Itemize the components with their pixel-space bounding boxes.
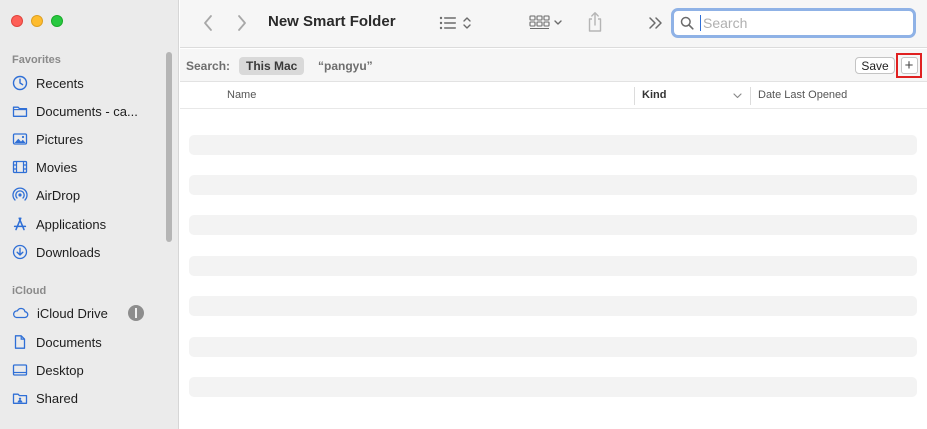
column-kind[interactable]: Kind — [642, 89, 666, 101]
sidebar-item-label: Recents — [36, 75, 84, 91]
sidebar-item-label: Documents — [36, 334, 102, 350]
minimize-window-button[interactable] — [31, 15, 43, 27]
column-divider[interactable] — [634, 87, 635, 105]
add-criteria-button[interactable]: + — [900, 57, 918, 74]
chevron-right-icon — [238, 15, 246, 31]
back-button[interactable] — [198, 12, 218, 34]
sidebar-item-label: AirDrop — [36, 187, 81, 203]
toolbar: New Smart Folder — [180, 0, 927, 48]
photo-icon — [12, 133, 28, 145]
sidebar-item-label: Shared — [36, 390, 78, 406]
list-item — [189, 215, 917, 235]
sidebar-item-label: Desktop — [36, 362, 84, 378]
sidebar-item-downloads[interactable]: Downloads — [12, 239, 162, 265]
double-chevron-right-icon — [649, 17, 662, 29]
sidebar-item-label: Downloads — [36, 244, 101, 260]
list-item — [189, 337, 917, 357]
sidebar-item-label: Pictures — [36, 131, 83, 147]
sidebar-item-recents[interactable]: Recents — [12, 70, 162, 96]
close-window-button[interactable] — [11, 15, 23, 27]
sidebar-item-icloud-documents[interactable]: Documents — [12, 329, 162, 355]
sidebar-item-desktop[interactable]: Desktop — [12, 357, 162, 383]
column-date-last-opened[interactable]: Date Last Opened — [758, 89, 847, 101]
sidebar-scrollbar[interactable] — [166, 52, 172, 242]
sidebar-item-label: Movies — [36, 159, 78, 175]
save-button[interactable]: Save — [855, 57, 895, 74]
grid-group-icon — [529, 15, 562, 30]
search-scope-label: Search: — [186, 59, 231, 73]
column-divider[interactable] — [750, 87, 751, 105]
sidebar-item-label: Documents - ca... — [36, 103, 138, 119]
search-icon — [680, 16, 694, 30]
view-options-button[interactable] — [438, 13, 476, 33]
airdrop-icon — [12, 187, 28, 201]
list-view-icon — [439, 16, 471, 30]
sidebar: Favorites Recents Documents - ca... Pict… — [0, 0, 179, 429]
list-item — [189, 377, 917, 397]
zoom-window-button[interactable] — [51, 15, 63, 27]
scope-query-button[interactable]: “pangyu” — [318, 59, 373, 73]
sidebar-item-applications[interactable]: Applications — [12, 211, 162, 237]
desktop-icon — [12, 364, 28, 376]
window-title: New Smart Folder — [268, 13, 396, 30]
film-icon — [12, 160, 28, 174]
document-icon — [14, 335, 26, 349]
cloud-icon — [12, 307, 29, 319]
search-input[interactable] — [700, 15, 900, 31]
window-controls — [11, 15, 63, 27]
column-header: Name Kind Date Last Opened — [180, 83, 927, 109]
chevron-left-icon — [204, 15, 212, 31]
search-scope-bar: Search: This Mac “pangyu” Save + — [180, 49, 927, 82]
scope-this-mac-button[interactable]: This Mac — [239, 57, 305, 75]
add-criteria-highlight: + — [896, 53, 922, 78]
column-name[interactable]: Name — [227, 89, 256, 101]
forward-button[interactable] — [232, 12, 252, 34]
shared-folder-icon — [12, 393, 28, 404]
share-button[interactable] — [585, 10, 605, 34]
sidebar-section-favorites: Favorites — [12, 54, 61, 66]
sidebar-item-airdrop[interactable]: AirDrop — [12, 182, 162, 208]
toolbar-overflow-button[interactable] — [647, 14, 665, 32]
applications-icon — [13, 217, 27, 231]
chevron-down-icon — [733, 93, 742, 99]
list-item — [189, 135, 917, 155]
clock-icon — [12, 75, 28, 91]
sidebar-item-movies[interactable]: Movies — [12, 154, 162, 180]
search-field[interactable] — [671, 8, 916, 38]
sidebar-item-pictures[interactable]: Pictures — [12, 126, 162, 152]
group-by-button[interactable] — [528, 13, 566, 33]
folder-icon — [12, 106, 28, 117]
download-icon — [12, 244, 28, 260]
sidebar-section-icloud: iCloud — [12, 285, 47, 297]
list-item — [189, 175, 917, 195]
sidebar-item-documents-cloud[interactable]: Documents - ca... — [12, 98, 162, 124]
list-item — [189, 296, 917, 316]
sidebar-item-label: Applications — [36, 216, 107, 232]
share-icon — [588, 12, 602, 32]
sidebar-item-shared[interactable]: Shared — [12, 385, 162, 411]
icloud-status-icon[interactable] — [128, 305, 144, 321]
list-item — [189, 256, 917, 276]
sidebar-item-label: iCloud Drive — [37, 305, 108, 321]
